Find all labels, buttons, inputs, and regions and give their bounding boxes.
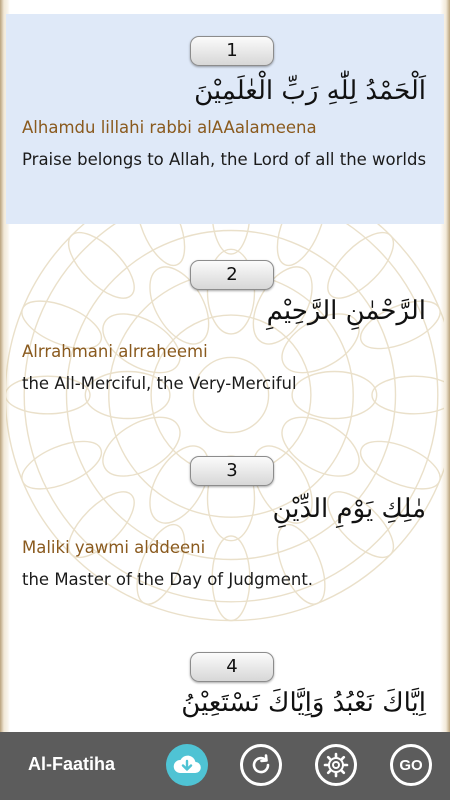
verse-item-2[interactable]: 2 الرَّحْمٰنِ الرَّحِيْمِ Alrrahmani alr… [6, 238, 444, 418]
verse-item-1[interactable]: 1 اَلْحَمْدُ لِلّٰهِ رَبِّ الْعٰلَمِيْنَ… [6, 14, 444, 224]
download-button[interactable] [166, 744, 208, 786]
refresh-icon [252, 754, 270, 774]
verse-number-badge[interactable]: 4 [190, 652, 274, 682]
verse-number-badge[interactable]: 2 [190, 260, 274, 290]
verse-number-badge[interactable]: 1 [190, 36, 274, 66]
bottom-toolbar: Al-Faatiha GO [0, 732, 450, 800]
sura-title: Al-Faatiha [28, 754, 116, 774]
verse-item-3[interactable]: 3 مٰلِكِ يَوْمِ الدِّيْنِ Maliki yawmi a… [6, 432, 444, 612]
settings-button[interactable] [315, 744, 357, 786]
verse-arabic-text: اَلْحَمْدُ لِلّٰهِ رَبِّ الْعٰلَمِيْنَ [194, 76, 426, 106]
cloud-download-icon [173, 755, 201, 774]
verse-arabic-text: اِيَّاكَ نَعْبُدُ وَاِيَّاكَ نَسْتَعِيْن… [181, 688, 426, 718]
verse-translation: the Master of the Day of Judgment. [22, 570, 314, 589]
gear-icon [323, 752, 349, 778]
verse-item-4[interactable]: 4 اِيَّاكَ نَعْبُدُ وَاِيَّاكَ نَسْتَعِي… [6, 628, 444, 732]
go-button[interactable]: GO [390, 744, 432, 786]
refresh-button[interactable] [240, 744, 282, 786]
verse-translation: Praise belongs to Allah, the Lord of all… [22, 150, 427, 169]
verse-list[interactable]: 1 اَلْحَمْدُ لِلّٰهِ رَبِّ الْعٰلَمِيْنَ… [6, 0, 444, 732]
verse-arabic-text: مٰلِكِ يَوْمِ الدِّيْنِ [272, 494, 426, 524]
go-icon: GO [399, 756, 423, 774]
verse-transliteration: Alrrahmani alrraheemi [22, 342, 208, 361]
verse-translation: the All-Merciful, the Very-Merciful [22, 374, 297, 393]
verse-transliteration: Maliki yawmi alddeeni [22, 538, 206, 557]
verse-number-badge[interactable]: 3 [190, 456, 274, 486]
verse-arabic-text: الرَّحْمٰنِ الرَّحِيْمِ [266, 296, 426, 326]
verse-transliteration: Alhamdu lillahi rabbi alAAalameena [22, 118, 317, 137]
